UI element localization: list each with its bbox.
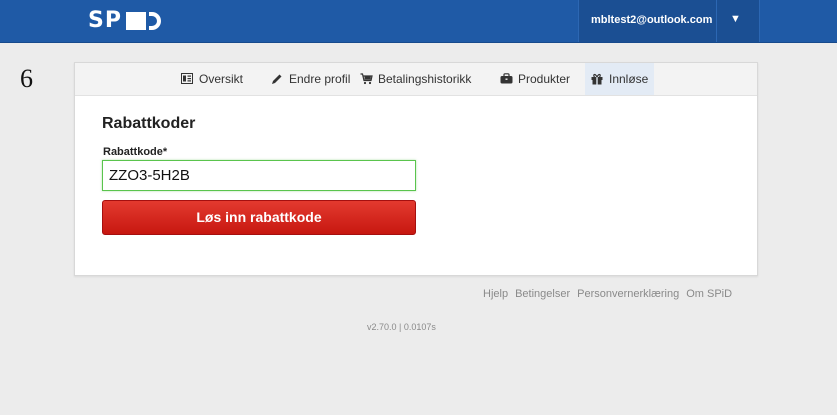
- briefcase-icon: [500, 73, 513, 85]
- step-number: 6: [20, 64, 33, 93]
- top-navbar: SP mbltest2@outlook.com ▼: [0, 0, 837, 43]
- account-card: Oversikt Endre profil Betalingshistorikk…: [74, 62, 758, 276]
- redeem-button[interactable]: Løs inn rabattkode: [102, 200, 416, 235]
- footer-link-hjelp[interactable]: Hjelp: [483, 288, 508, 300]
- tab-innlose[interactable]: Innløse: [585, 63, 655, 95]
- footer-link-personvern[interactable]: Personvernerklæring: [577, 288, 679, 300]
- list-icon: [181, 73, 193, 85]
- tab-produkter[interactable]: Produkter: [500, 63, 570, 95]
- footer-links: Hjelp Betingelser Personvernerklæring Om…: [483, 288, 732, 300]
- user-email[interactable]: mbltest2@outlook.com: [591, 14, 712, 26]
- footer-link-betingelser[interactable]: Betingelser: [515, 288, 570, 300]
- pencil-icon: [271, 73, 283, 85]
- discount-code-input[interactable]: [102, 160, 416, 191]
- user-menu[interactable]: mbltest2@outlook.com ▼: [578, 0, 760, 42]
- discount-code-label: Rabattkode*: [103, 146, 168, 158]
- logo-block-icon: [125, 12, 146, 30]
- tab-oversikt-label: Oversikt: [199, 72, 244, 86]
- tab-betalingshistorikk-label: Betalingshistorikk: [378, 72, 472, 86]
- footer-link-om-spid[interactable]: Om SPiD: [686, 288, 732, 300]
- tab-produkter-label: Produkter: [518, 72, 571, 86]
- gift-icon: [591, 73, 603, 85]
- version-info: v2.70.0 | 0.0107s: [367, 322, 436, 332]
- user-menu-divider: [716, 0, 717, 42]
- logo-text: SP: [88, 8, 122, 33]
- tab-betalingshistorikk[interactable]: Betalingshistorikk: [360, 63, 471, 95]
- tab-oversikt[interactable]: Oversikt: [181, 63, 243, 95]
- section-title: Rabattkoder: [102, 115, 196, 132]
- chevron-down-icon[interactable]: ▼: [730, 13, 741, 25]
- tab-innlose-label: Innløse: [609, 72, 649, 86]
- tab-endre-profil-label: Endre profil: [289, 72, 351, 86]
- account-tabbar: Oversikt Endre profil Betalingshistorikk…: [75, 63, 757, 96]
- cart-icon: [360, 73, 373, 85]
- tab-endre-profil[interactable]: Endre profil: [271, 63, 350, 95]
- logo-d-icon: [148, 12, 161, 30]
- spid-logo[interactable]: SP: [88, 9, 161, 33]
